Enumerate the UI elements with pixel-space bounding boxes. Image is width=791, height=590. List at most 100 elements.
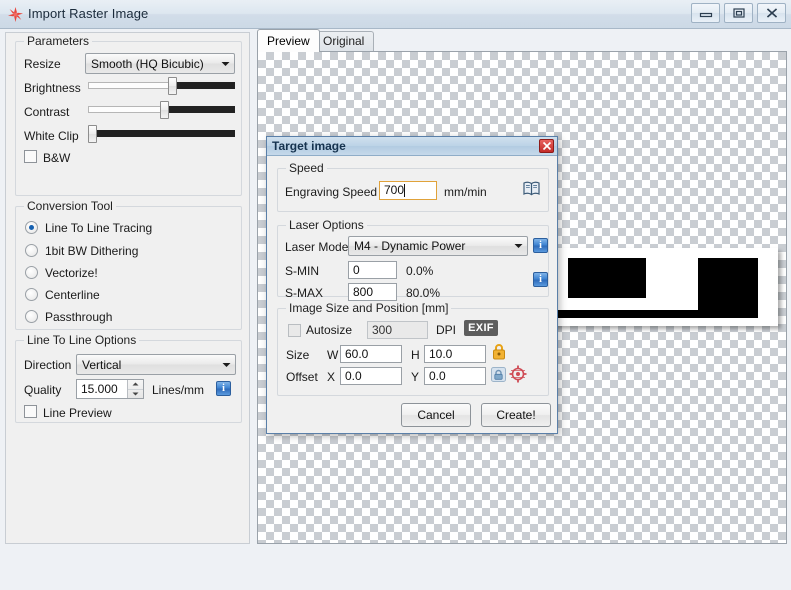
- offset-x-input[interactable]: 0.0: [340, 367, 402, 385]
- resize-select[interactable]: Smooth (HQ Bicubic): [85, 53, 235, 74]
- dpi-value: 300: [372, 323, 393, 337]
- s-max-value: 800: [353, 285, 374, 299]
- brightness-slider-thumb[interactable]: [167, 77, 177, 95]
- s-max-label: S-MAX: [285, 286, 324, 300]
- close-icon[interactable]: [539, 139, 554, 153]
- dialog-title: Target image: [272, 139, 346, 153]
- restore-button[interactable]: [724, 3, 753, 23]
- width-input[interactable]: 60.0: [340, 345, 402, 363]
- radio-passthrough[interactable]: [25, 310, 38, 323]
- s-min-label: S-MIN: [285, 264, 319, 278]
- target-image-dialog: Target image Speed Engraving Speed 700 m…: [266, 136, 558, 434]
- conversion-tool-group: Conversion Tool Line To Line Tracing 1bi…: [15, 199, 242, 330]
- radio-label-centerline: Centerline: [45, 288, 100, 302]
- chevron-down-icon: [217, 61, 234, 67]
- quality-stepper-buttons[interactable]: [127, 380, 143, 398]
- white-clip-slider-thumb[interactable]: [88, 125, 97, 143]
- s-max-input[interactable]: 800: [348, 283, 397, 301]
- laser-options-group-label: Laser Options: [286, 218, 367, 232]
- radio-label-vectorize: Vectorize!: [45, 266, 98, 280]
- contrast-slider[interactable]: [88, 101, 235, 119]
- settings-panel: Parameters Resize Smooth (HQ Bicubic) Br…: [5, 32, 250, 544]
- line-options-group-label: Line To Line Options: [24, 333, 140, 347]
- laser-mode-select[interactable]: M4 - Dynamic Power: [348, 236, 528, 256]
- info-icon[interactable]: i: [216, 381, 231, 396]
- quality-value: 15.000: [81, 382, 118, 396]
- offset-y-input[interactable]: 0.0: [424, 367, 486, 385]
- engraving-speed-label: Engraving Speed: [285, 185, 378, 199]
- line-preview-checkbox[interactable]: [24, 405, 37, 418]
- close-button[interactable]: [757, 3, 786, 23]
- dpi-input[interactable]: 300: [367, 321, 428, 339]
- speed-group-label: Speed: [286, 161, 327, 175]
- crosshair-icon[interactable]: [509, 365, 527, 386]
- line-to-line-options-group: Line To Line Options Direction Vertical …: [15, 333, 242, 423]
- starburst-icon: [7, 6, 24, 23]
- radio-label-1bit-bw-dithering: 1bit BW Dithering: [45, 244, 139, 258]
- radio-vectorize[interactable]: [25, 266, 38, 279]
- tab-original[interactable]: Original: [313, 31, 375, 51]
- chevron-down-icon: [510, 243, 527, 249]
- offset-x-label: X: [327, 370, 336, 384]
- autosize-label: Autosize: [306, 323, 353, 337]
- quality-stepper-down[interactable]: [128, 388, 143, 399]
- speed-group: Speed Engraving Speed 700 mm/min: [277, 161, 549, 212]
- offset-label: Offset: [286, 370, 318, 384]
- laser-options-group: Laser Options Laser Mode M4 - Dynamic Po…: [277, 218, 549, 301]
- bw-checkbox[interactable]: [24, 150, 37, 163]
- offset-x-value: 0.0: [345, 369, 362, 383]
- exif-badge[interactable]: EXIF: [464, 320, 498, 336]
- window-title: Import Raster Image: [28, 6, 149, 21]
- dpi-label: DPI: [436, 323, 457, 337]
- direction-select-value: Vertical: [82, 357, 122, 372]
- conversion-tool-group-label: Conversion Tool: [24, 199, 116, 213]
- quality-stepper-up[interactable]: [128, 380, 143, 389]
- brightness-slider[interactable]: [88, 77, 235, 95]
- quality-label: Quality: [24, 383, 62, 397]
- dialog-titlebar: Target image: [267, 137, 557, 156]
- white-clip-slider[interactable]: [88, 125, 235, 143]
- dialog-create-button[interactable]: Create!: [481, 403, 551, 427]
- contrast-label: Contrast: [24, 105, 70, 119]
- bottom-toolbar: Cancel Next: [0, 546, 791, 590]
- radio-1bit-bw-dithering[interactable]: [25, 244, 38, 257]
- book-icon[interactable]: [523, 181, 540, 199]
- parameters-group: Parameters Resize Smooth (HQ Bicubic) Br…: [15, 34, 242, 196]
- import-raster-image-window: Import Raster Image Parameters Resize Sm…: [0, 0, 791, 590]
- width-label: W: [327, 348, 339, 362]
- laser-mode-info-icon[interactable]: i: [533, 238, 548, 253]
- tab-preview[interactable]: Preview: [257, 29, 320, 52]
- s-min-input[interactable]: 0: [348, 261, 397, 279]
- line-preview-label: Line Preview: [43, 406, 112, 420]
- minimize-button[interactable]: [691, 3, 720, 23]
- quality-stepper[interactable]: 15.000: [76, 379, 144, 399]
- bw-label: B&W: [43, 151, 71, 165]
- s-min-value: 0: [353, 263, 360, 277]
- direction-label: Direction: [24, 358, 72, 372]
- s-min-percent: 0.0%: [406, 264, 434, 278]
- contrast-slider-thumb[interactable]: [160, 101, 170, 119]
- engraving-speed-input[interactable]: 700: [379, 181, 437, 200]
- width-value: 60.0: [345, 347, 369, 361]
- image-size-group: Image Size and Position [mm] Autosize 30…: [277, 301, 549, 396]
- laser-mode-value: M4 - Dynamic Power: [354, 239, 466, 253]
- radio-label-passthrough: Passthrough: [45, 310, 113, 324]
- parameters-group-label: Parameters: [24, 34, 93, 48]
- dialog-cancel-button[interactable]: Cancel: [401, 403, 471, 427]
- direction-select[interactable]: Vertical: [76, 354, 236, 375]
- resize-select-value: Smooth (HQ Bicubic): [91, 56, 204, 71]
- height-input[interactable]: 10.0: [424, 345, 486, 363]
- offset-y-label: Y: [411, 370, 420, 384]
- white-clip-label: White Clip: [24, 129, 79, 143]
- s-values-info-icon[interactable]: i: [533, 272, 548, 287]
- window-titlebar: Import Raster Image: [0, 0, 791, 29]
- autosize-checkbox[interactable]: [288, 324, 301, 337]
- window-controls: [691, 3, 786, 23]
- size-label: Size: [286, 348, 310, 362]
- offset-y-value: 0.0: [429, 369, 446, 383]
- lock-small-icon[interactable]: [491, 367, 506, 385]
- lock-closed-icon[interactable]: [492, 343, 506, 363]
- radio-line-to-line-tracing[interactable]: [25, 221, 38, 234]
- radio-centerline[interactable]: [25, 288, 38, 301]
- height-value: 10.0: [429, 347, 453, 361]
